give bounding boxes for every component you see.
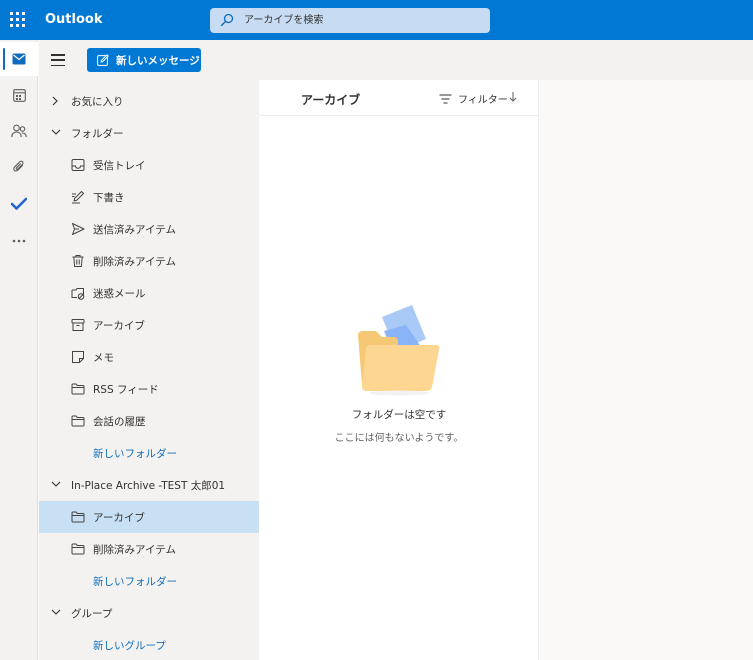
hamburger-menu-icon[interactable]	[51, 54, 65, 66]
inbox-icon	[71, 159, 85, 171]
junk-icon	[71, 288, 85, 300]
folder-icon	[71, 383, 85, 395]
sort-arrow-down-icon[interactable]	[509, 91, 517, 102]
folder-rss[interactable]: RSS フィード	[39, 373, 259, 405]
archive-folder-deleted[interactable]: 削除済みアイテム	[39, 533, 259, 565]
search-icon	[220, 13, 234, 27]
calendar-icon	[12, 88, 26, 102]
folder-drafts[interactable]: 下書き	[39, 181, 259, 213]
rail-todo[interactable]	[0, 186, 38, 220]
folders-label: フォルダー	[71, 127, 124, 140]
folder-inbox[interactable]: 受信トレイ	[39, 149, 259, 181]
top-bar: Outlook	[0, 0, 753, 40]
app-name[interactable]: Outlook	[45, 12, 102, 27]
folders-group[interactable]: フォルダー	[39, 117, 259, 149]
empty-state-subtitle: ここには何もないようです。	[334, 433, 464, 444]
new-folder-label: 新しいフォルダー	[93, 447, 177, 460]
new-folder-link[interactable]: 新しいフォルダー	[39, 437, 259, 469]
draft-pen-icon	[72, 191, 84, 204]
people-icon	[11, 124, 27, 138]
chevron-right-icon	[52, 96, 58, 106]
groups-group[interactable]: グループ	[39, 597, 259, 629]
search-box[interactable]	[210, 8, 490, 33]
todo-check-icon	[11, 197, 27, 210]
chevron-down-icon	[51, 129, 61, 135]
message-list: アーカイブ フィルター フォルダーは空です ここには何もないようです。	[259, 80, 539, 660]
new-group-label: 新しいグループ	[93, 639, 166, 652]
rail-people[interactable]	[0, 114, 38, 148]
filter-icon	[439, 94, 452, 103]
rail-mail[interactable]	[0, 42, 38, 76]
folder-title: アーカイブ	[301, 93, 361, 107]
mail-icon	[12, 53, 26, 65]
groups-label: グループ	[71, 607, 113, 620]
folder-icon	[71, 543, 85, 555]
folder-label: アーカイブ	[93, 319, 145, 332]
folder-label: 削除済みアイテム	[93, 255, 176, 268]
note-icon	[72, 351, 84, 363]
folder-label: 迷惑メール	[93, 287, 146, 300]
archive-mailbox-group[interactable]: In-Place Archive -TEST 太郎01	[39, 469, 259, 501]
folder-icon	[71, 415, 85, 427]
filter-button[interactable]: フィルター	[439, 91, 508, 106]
folder-label: 削除済みアイテム	[93, 543, 176, 556]
folder-junk[interactable]: 迷惑メール	[39, 277, 259, 309]
rail-calendar[interactable]	[0, 78, 38, 112]
favorites-label: お気に入り	[71, 95, 124, 108]
trash-icon	[72, 255, 84, 267]
folder-conversation-history[interactable]: 会話の履歴	[39, 405, 259, 437]
archive-icon	[71, 319, 85, 331]
attach-icon	[13, 160, 24, 172]
folder-label: メモ	[93, 351, 114, 364]
chevron-down-icon	[51, 609, 61, 615]
new-group-link[interactable]: 新しいグループ	[39, 629, 259, 660]
message-list-header: アーカイブ フィルター	[259, 80, 539, 116]
folder-deleted[interactable]: 削除済みアイテム	[39, 245, 259, 277]
more-icon	[12, 239, 26, 243]
send-icon	[72, 223, 85, 235]
folder-sent[interactable]: 送信済みアイテム	[39, 213, 259, 245]
folder-label: 受信トレイ	[93, 159, 146, 172]
folder-archive[interactable]: アーカイブ	[39, 309, 259, 341]
empty-folder-illustration-icon	[358, 305, 440, 396]
reading-pane	[540, 80, 753, 660]
empty-state-title: フォルダーは空です	[351, 409, 447, 421]
folder-label: 会話の履歴	[93, 415, 146, 428]
archive-folder-archive[interactable]: アーカイブ	[39, 501, 259, 533]
app-rail	[0, 40, 38, 660]
folder-icon	[71, 511, 85, 523]
folder-label: 送信済みアイテム	[93, 223, 176, 236]
favorites-group[interactable]: お気に入り	[39, 85, 259, 117]
compose-icon	[97, 54, 109, 66]
search-input[interactable]	[244, 11, 484, 30]
new-message-label: 新しいメッセージ	[116, 54, 200, 67]
command-bar: 新しいメッセージ	[39, 40, 753, 80]
new-message-button[interactable]: 新しいメッセージ	[87, 48, 201, 72]
filter-label: フィルター	[458, 95, 508, 106]
chevron-down-icon	[51, 481, 61, 487]
new-folder-label: 新しいフォルダー	[93, 575, 177, 588]
folder-notes[interactable]: メモ	[39, 341, 259, 373]
folder-label: RSS フィード	[93, 383, 159, 396]
folder-pane: お気に入り フォルダー 受信トレイ 下書き 送信済みアイテム 削除済みアイテム …	[39, 80, 259, 660]
rail-files[interactable]	[0, 150, 38, 184]
folder-label: アーカイブ	[93, 511, 145, 524]
rail-more[interactable]	[0, 224, 38, 258]
archive-mailbox-label: In-Place Archive -TEST 太郎01	[71, 479, 226, 492]
folder-label: 下書き	[93, 191, 125, 204]
archive-new-folder-link[interactable]: 新しいフォルダー	[39, 565, 259, 597]
app-launcher-icon[interactable]	[10, 12, 26, 28]
